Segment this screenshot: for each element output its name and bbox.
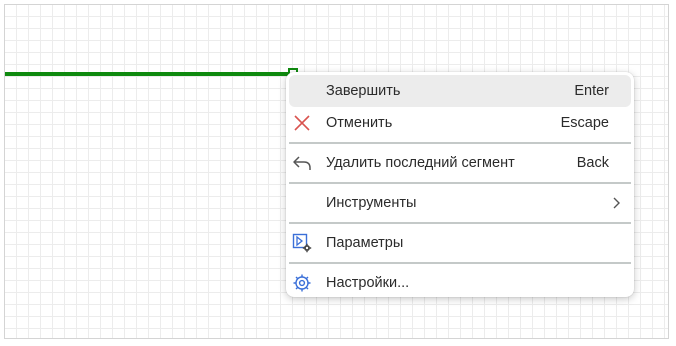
menu-item-cancel[interactable]: Отменить Escape <box>289 107 631 139</box>
menu-item-finish[interactable]: Завершить Enter <box>289 75 631 107</box>
menu-item-delete-last-segment[interactable]: Удалить последний сегмент Back <box>289 147 631 179</box>
menu-item-parameters[interactable]: Параметры <box>289 227 631 259</box>
close-icon <box>292 113 312 133</box>
context-menu: Завершить Enter Отменить Escape Удалить … <box>286 72 634 297</box>
menu-item-label: Настройки... <box>326 275 410 291</box>
gear-icon <box>292 273 312 293</box>
menu-divider <box>289 222 631 224</box>
menu-item-shortcut: Escape <box>560 115 609 131</box>
menu-item-label: Отменить <box>326 115 393 131</box>
menu-item-label: Завершить <box>326 83 401 99</box>
menu-item-label: Удалить последний сегмент <box>326 155 515 171</box>
menu-item-shortcut: Enter <box>574 83 609 99</box>
menu-item-tools[interactable]: Инструменты <box>289 187 631 219</box>
undo-arrow-icon <box>292 153 312 173</box>
menu-item-shortcut: Back <box>576 155 609 171</box>
menu-item-settings[interactable]: Настройки... <box>289 267 631 299</box>
menu-divider <box>289 142 631 144</box>
menu-item-label: Параметры <box>326 235 404 251</box>
menu-item-label: Инструменты <box>326 195 417 211</box>
parameters-icon <box>292 233 312 253</box>
menu-divider <box>289 182 631 184</box>
menu-divider <box>289 262 631 264</box>
drawn-line-segment <box>5 72 289 76</box>
chevron-right-icon <box>609 195 623 211</box>
